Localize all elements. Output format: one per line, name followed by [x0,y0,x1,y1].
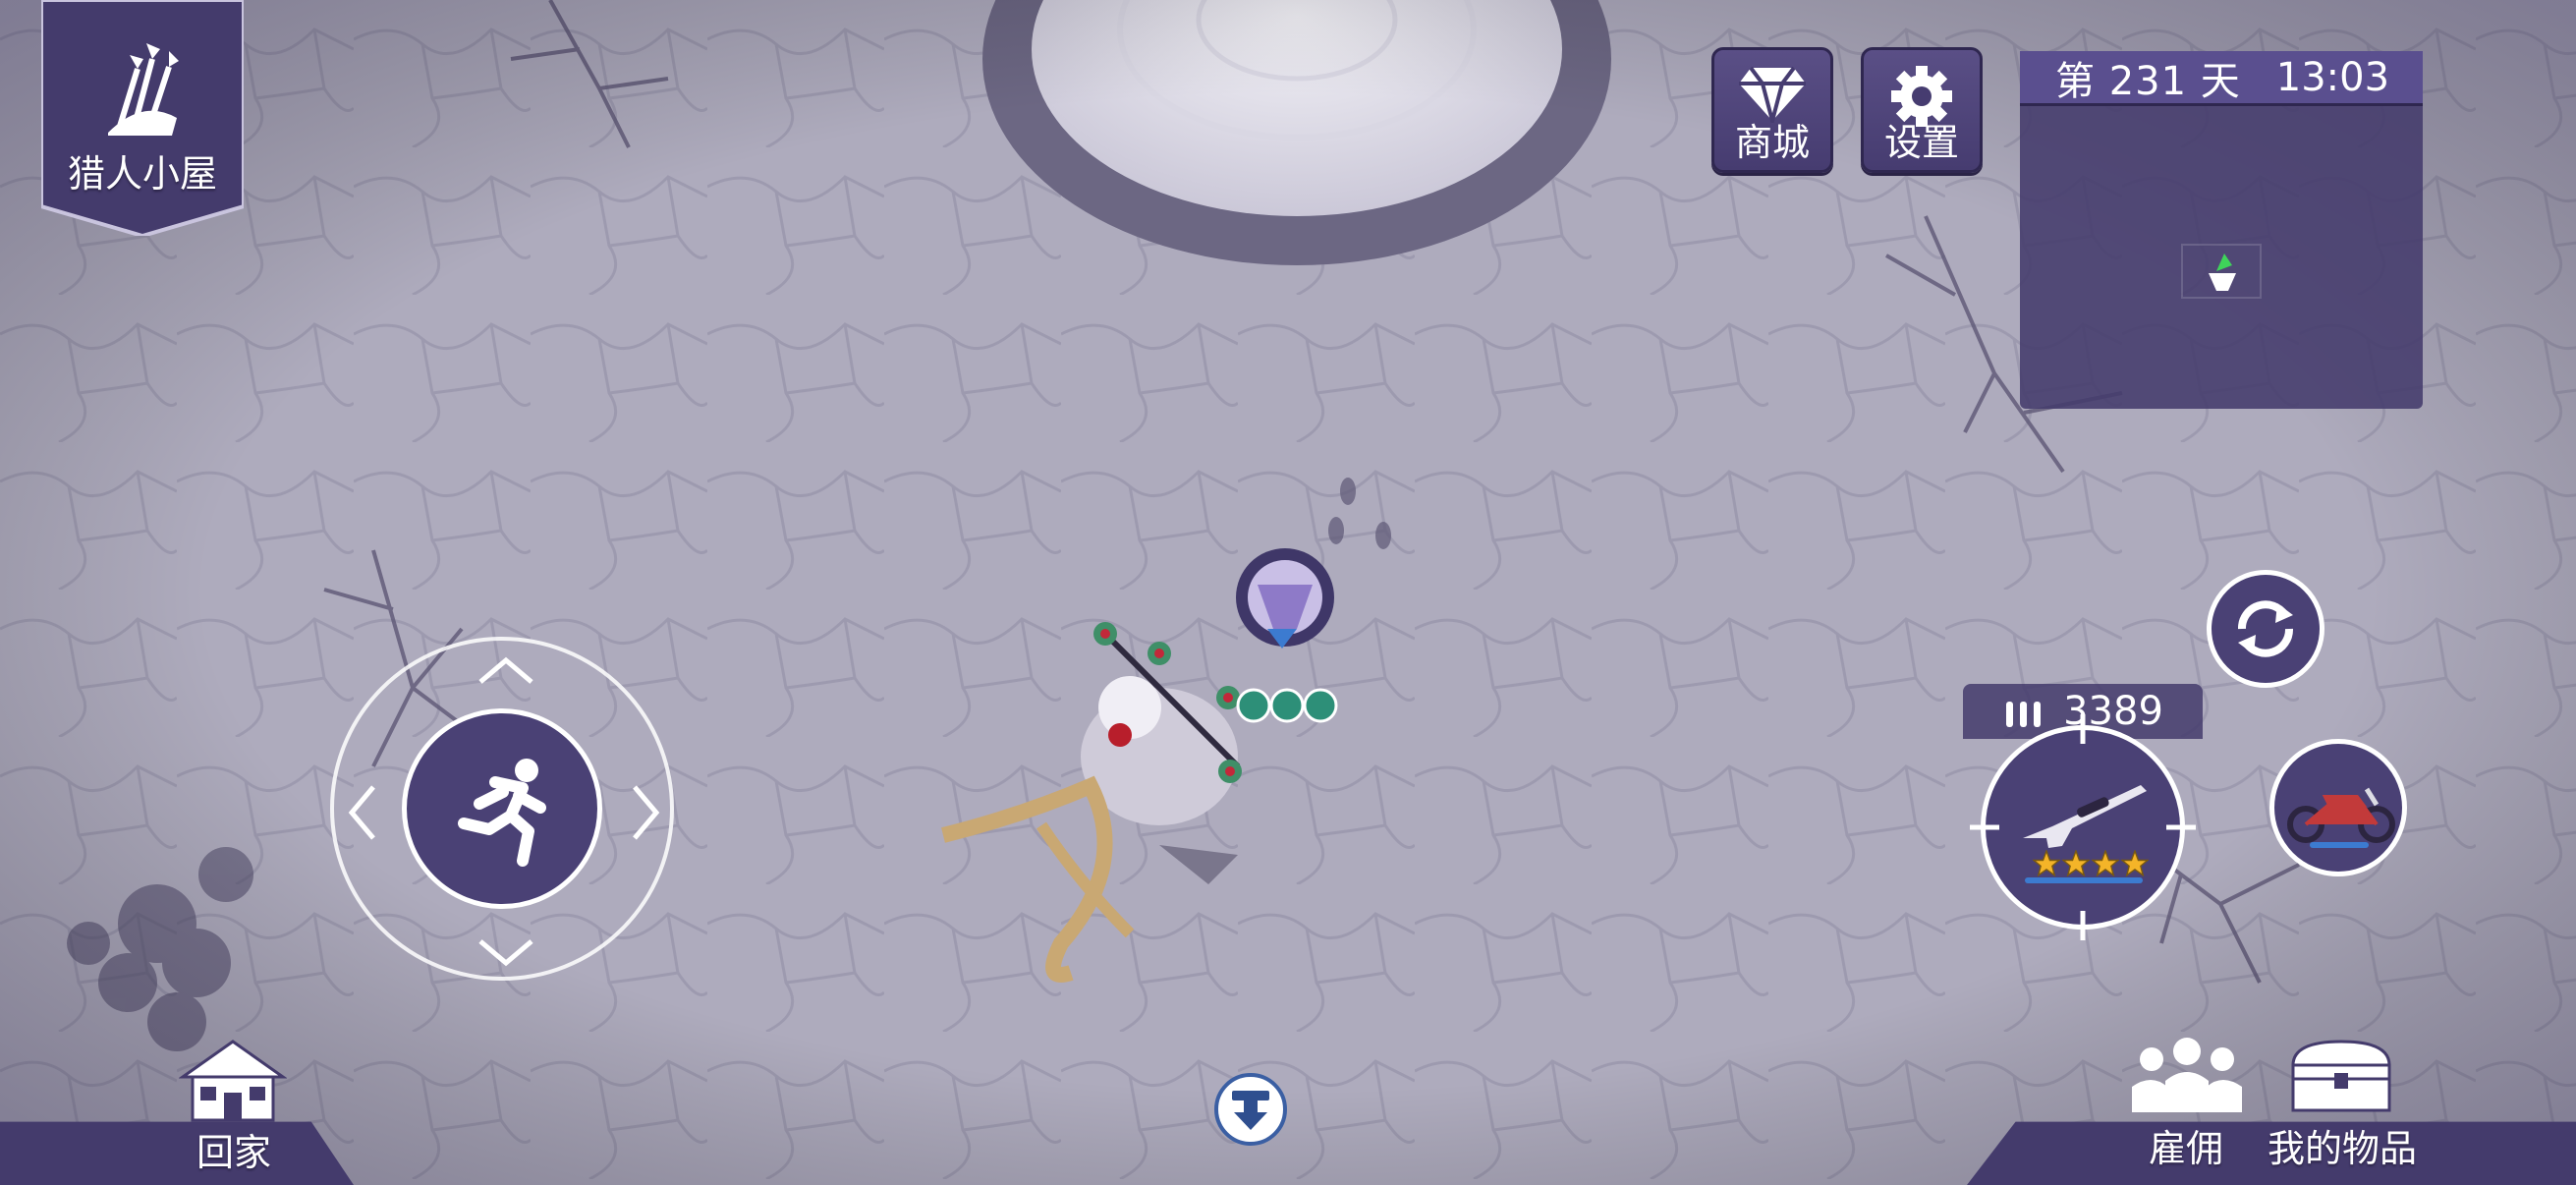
arrows-quiver-icon [108,43,179,136]
switch-weapon-button[interactable] [2207,570,2324,688]
chevron-up-icon [478,656,533,684]
inventory-label: 我的物品 [2267,1127,2417,1170]
sprint-icon [458,759,546,867]
house-icon [179,1040,287,1122]
weapon-durability-bar [2025,877,2143,883]
home-label: 回家 [196,1131,271,1174]
gear-icon [1891,66,1952,127]
minimap-panel[interactable]: 第 231 天 13:03 [2020,51,2423,409]
hire-button[interactable]: 雇佣 [2122,1034,2250,1181]
inventory-button[interactable]: 我的物品 [2264,1034,2421,1181]
movement-joystick[interactable] [330,637,674,981]
star-icon [2062,850,2090,877]
settings-label: 设置 [1883,121,1959,164]
chevron-left-icon [348,785,375,840]
star-icon [2033,850,2060,877]
location-title: 猎人小屋 [67,152,217,196]
diamond-icon [1739,66,1806,123]
refresh-icon [2237,600,2294,657]
sniper-rifle-icon [2023,785,2147,848]
joystick-knob[interactable] [402,708,602,909]
settings-button[interactable]: 设置 [1861,47,1983,173]
chevron-down-icon [478,939,533,967]
weapon-star-rating [2033,850,2149,877]
location-banner[interactable]: 猎人小屋 [41,0,244,236]
fire-weapon-button[interactable] [1970,714,2196,940]
pickup-button[interactable] [1214,1073,1287,1146]
home-button[interactable]: 回家 [165,1036,303,1185]
minimap-player-marker [2181,244,2262,299]
treasure-chest-icon [2291,1040,2391,1112]
chevron-right-icon [633,785,660,840]
player-arrow-icon [2209,254,2236,291]
vehicle-fuel-bar [2310,842,2369,848]
vehicle-button[interactable] [2269,739,2407,876]
clock-time: 13:03 [2275,54,2390,100]
star-icon [2121,850,2149,877]
day-label: 第 231 天 [2055,58,2241,104]
people-icon [2132,1038,2242,1112]
hire-label: 雇佣 [2148,1127,2223,1170]
star-icon [2092,850,2119,877]
motorcycle-icon [2287,787,2395,843]
arrow-down-icon [1232,1091,1269,1130]
shop-button[interactable]: 商城 [1711,47,1833,173]
day-time-header: 第 231 天 13:03 [2020,51,2423,106]
shop-label: 商城 [1734,121,1810,164]
